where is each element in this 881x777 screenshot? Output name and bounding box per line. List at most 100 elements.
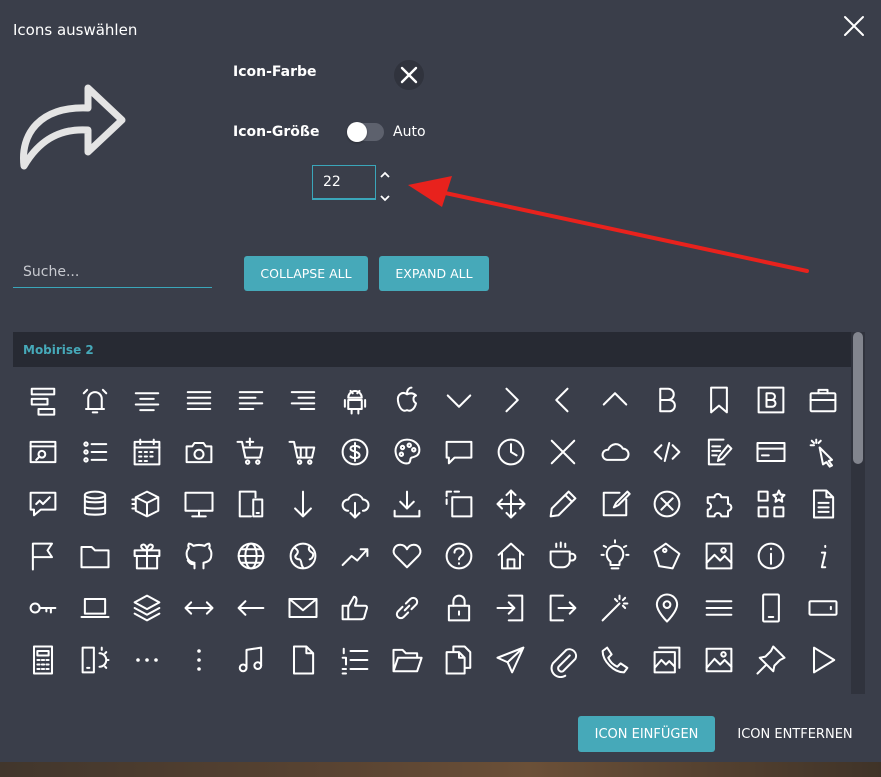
icon-cell[interactable] <box>745 478 797 530</box>
remove-icon-button[interactable]: ICON ENTFERNEN <box>730 716 860 752</box>
icon-cell[interactable] <box>173 478 225 530</box>
icon-cell[interactable] <box>277 426 329 478</box>
icon-cell[interactable] <box>693 426 745 478</box>
icon-cell[interactable] <box>381 426 433 478</box>
icon-cell[interactable] <box>277 478 329 530</box>
icon-cell[interactable] <box>277 374 329 426</box>
icon-cell[interactable] <box>589 530 641 582</box>
icon-cell[interactable] <box>329 582 381 634</box>
icon-cell[interactable] <box>69 634 121 686</box>
size-increment-button[interactable] <box>378 166 392 178</box>
icon-cell[interactable] <box>433 582 485 634</box>
icon-cell[interactable] <box>329 530 381 582</box>
icon-set-header[interactable]: Mobirise 2 <box>13 332 851 367</box>
clear-color-button[interactable] <box>394 60 424 90</box>
icon-cell[interactable] <box>173 582 225 634</box>
icon-cell[interactable] <box>693 374 745 426</box>
icon-cell[interactable] <box>745 426 797 478</box>
icon-cell[interactable] <box>329 426 381 478</box>
icon-cell[interactable] <box>121 374 173 426</box>
icon-cell[interactable] <box>537 530 589 582</box>
icon-cell[interactable] <box>641 582 693 634</box>
scrollbar-thumb[interactable] <box>853 332 863 464</box>
icon-cell[interactable] <box>797 426 849 478</box>
icon-cell[interactable] <box>17 374 69 426</box>
collapse-all-button[interactable]: COLLAPSE ALL <box>244 256 368 291</box>
expand-all-button[interactable]: EXPAND ALL <box>379 256 489 291</box>
icon-cell[interactable] <box>693 530 745 582</box>
icon-cell[interactable] <box>693 478 745 530</box>
icon-search-input[interactable] <box>13 256 212 288</box>
icon-cell[interactable] <box>329 374 381 426</box>
icon-cell[interactable] <box>537 426 589 478</box>
icon-cell[interactable] <box>797 530 849 582</box>
icon-cell[interactable] <box>17 582 69 634</box>
icon-cell[interactable] <box>381 478 433 530</box>
icon-cell[interactable] <box>381 634 433 686</box>
icon-cell[interactable] <box>433 426 485 478</box>
icon-cell[interactable] <box>641 478 693 530</box>
icon-cell[interactable] <box>277 582 329 634</box>
auto-size-toggle[interactable] <box>347 122 384 142</box>
icon-cell[interactable] <box>485 374 537 426</box>
icon-cell[interactable] <box>641 426 693 478</box>
icon-cell[interactable] <box>745 374 797 426</box>
icon-cell[interactable] <box>17 634 69 686</box>
icon-cell[interactable] <box>589 426 641 478</box>
icon-cell[interactable] <box>433 478 485 530</box>
close-dialog-button[interactable] <box>840 12 868 40</box>
icon-cell[interactable] <box>589 374 641 426</box>
icon-cell[interactable] <box>485 530 537 582</box>
icon-cell[interactable] <box>173 426 225 478</box>
icon-cell[interactable] <box>69 582 121 634</box>
icon-cell[interactable] <box>69 530 121 582</box>
icon-cell[interactable] <box>69 478 121 530</box>
icon-cell[interactable] <box>797 634 849 686</box>
icon-cell[interactable] <box>381 530 433 582</box>
icon-cell[interactable] <box>485 478 537 530</box>
icon-cell[interactable] <box>745 530 797 582</box>
icon-cell[interactable] <box>225 426 277 478</box>
icon-cell[interactable] <box>173 374 225 426</box>
icon-cell[interactable] <box>173 634 225 686</box>
icon-cell[interactable] <box>17 478 69 530</box>
icon-cell[interactable] <box>537 478 589 530</box>
icon-cell[interactable] <box>17 530 69 582</box>
icon-cell[interactable] <box>693 582 745 634</box>
icon-cell[interactable] <box>693 634 745 686</box>
icon-cell[interactable] <box>121 582 173 634</box>
icon-cell[interactable] <box>17 426 69 478</box>
icon-cell[interactable] <box>225 374 277 426</box>
icon-cell[interactable] <box>277 530 329 582</box>
size-decrement-button[interactable] <box>378 189 392 202</box>
icon-cell[interactable] <box>797 374 849 426</box>
icon-cell[interactable] <box>641 634 693 686</box>
icon-cell[interactable] <box>381 582 433 634</box>
icon-cell[interactable] <box>537 374 589 426</box>
icon-cell[interactable] <box>485 426 537 478</box>
icon-size-input[interactable] <box>312 165 376 200</box>
icon-cell[interactable] <box>121 478 173 530</box>
icon-cell[interactable] <box>433 530 485 582</box>
icon-cell[interactable] <box>121 634 173 686</box>
icon-cell[interactable] <box>381 374 433 426</box>
icon-cell[interactable] <box>225 582 277 634</box>
icon-cell[interactable] <box>225 530 277 582</box>
icon-cell[interactable] <box>641 374 693 426</box>
icon-cell[interactable] <box>589 634 641 686</box>
icon-cell[interactable] <box>797 582 849 634</box>
icon-cell[interactable] <box>225 634 277 686</box>
icon-cell[interactable] <box>537 634 589 686</box>
icon-cell[interactable] <box>485 582 537 634</box>
icon-cell[interactable] <box>433 374 485 426</box>
insert-icon-button[interactable]: ICON EINFÜGEN <box>578 716 715 752</box>
icon-cell[interactable] <box>69 374 121 426</box>
icon-cell[interactable] <box>537 582 589 634</box>
icon-cell[interactable] <box>797 478 849 530</box>
icon-cell[interactable] <box>589 478 641 530</box>
icon-cell[interactable] <box>433 634 485 686</box>
icon-cell[interactable] <box>589 582 641 634</box>
icon-cell[interactable] <box>121 530 173 582</box>
icon-cell[interactable] <box>121 426 173 478</box>
icon-cell[interactable] <box>69 426 121 478</box>
